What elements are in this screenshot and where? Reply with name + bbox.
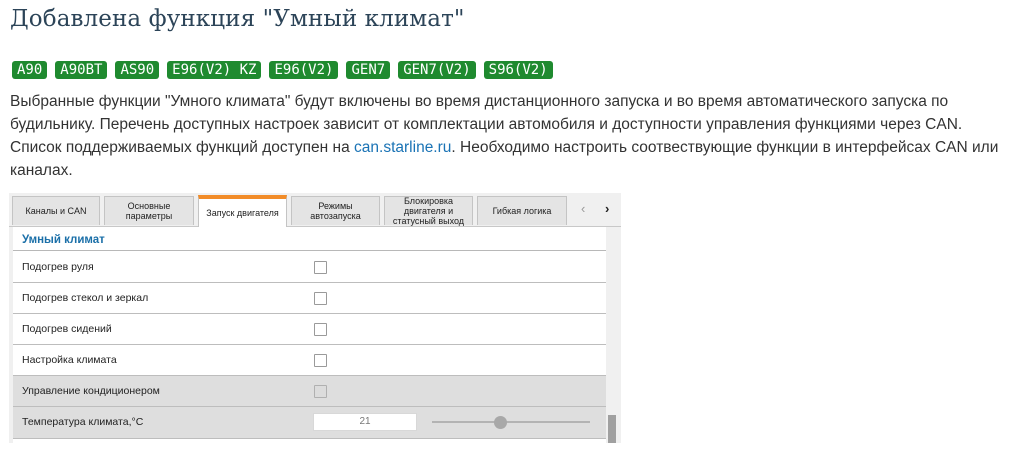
setting-row-climate-config: Настройка климата — [13, 345, 606, 376]
device-badge: S96(V2) — [483, 61, 553, 79]
setting-row-steering-heat: Подогрев руля — [13, 252, 606, 283]
device-badge: E96(V2) KZ — [167, 61, 262, 79]
device-badge: A90BT — [55, 61, 108, 79]
tab-main-params[interactable]: Основные параметры — [104, 196, 194, 225]
glass-heat-checkbox[interactable] — [314, 292, 327, 305]
vertical-scrollbar[interactable] — [606, 227, 618, 443]
page-title: Добавлена функция "Умный климат" — [10, 6, 465, 32]
tab-engine-start[interactable]: Запуск двигателя — [198, 195, 287, 227]
setting-row-seat-heat: Подогрев сидений — [13, 314, 606, 345]
device-badge: GEN7(V2) — [398, 61, 476, 79]
tab-channels-can[interactable]: Каналы и CAN — [12, 196, 100, 225]
settings-panel-screenshot: Каналы и CAN Основные параметры Запуск д… — [9, 193, 621, 443]
setting-label: Настройка климата — [22, 354, 117, 366]
chevron-left-icon[interactable]: ‹ — [581, 201, 585, 216]
chevron-right-icon[interactable]: › — [605, 201, 609, 216]
setting-row-glass-heat: Подогрев стекол и зеркал — [13, 283, 606, 314]
temperature-slider-track[interactable] — [432, 421, 590, 423]
seat-heat-checkbox[interactable] — [314, 323, 327, 336]
tab-flex-logic[interactable]: Гибкая логика — [477, 196, 567, 225]
temperature-input[interactable]: 21 — [313, 413, 417, 431]
tab-bar: Каналы и CAN Основные параметры Запуск д… — [9, 193, 621, 227]
setting-row-temperature: Температура климата,°C 21 — [13, 407, 606, 439]
setting-label: Подогрев стекол и зеркал — [22, 292, 149, 304]
settings-content: Умный климат Подогрев руля Подогрев стек… — [13, 227, 606, 443]
scrollbar-thumb[interactable] — [608, 415, 616, 443]
steering-heat-checkbox[interactable] — [314, 261, 327, 274]
temperature-slider-thumb[interactable] — [494, 416, 507, 429]
device-badge: GEN7 — [346, 61, 391, 79]
setting-label: Управление кондиционером — [22, 385, 160, 397]
setting-label: Температура климата,°C — [22, 416, 144, 428]
section-title: Умный климат — [13, 227, 606, 251]
device-badges: A90 A90BT AS90 E96(V2) KZ E96(V2) GEN7 G… — [12, 61, 553, 79]
setting-label: Подогрев сидений — [22, 323, 112, 335]
tab-engine-block[interactable]: Блокировка двигателя и статусный выход — [384, 196, 473, 226]
description-paragraph: Выбранные функции "Умного климата" будут… — [10, 90, 1005, 182]
ac-control-checkbox[interactable] — [314, 385, 327, 398]
tab-autostart-modes[interactable]: Режимы автозапуска — [291, 196, 380, 225]
device-badge: AS90 — [115, 61, 160, 79]
setting-row-ac-control: Управление кондиционером — [13, 376, 606, 407]
can-starline-link[interactable]: can.starline.ru — [354, 139, 451, 156]
device-badge: E96(V2) — [269, 61, 339, 79]
climate-config-checkbox[interactable] — [314, 354, 327, 367]
setting-label: Подогрев руля — [22, 261, 94, 273]
device-badge: A90 — [12, 61, 48, 79]
